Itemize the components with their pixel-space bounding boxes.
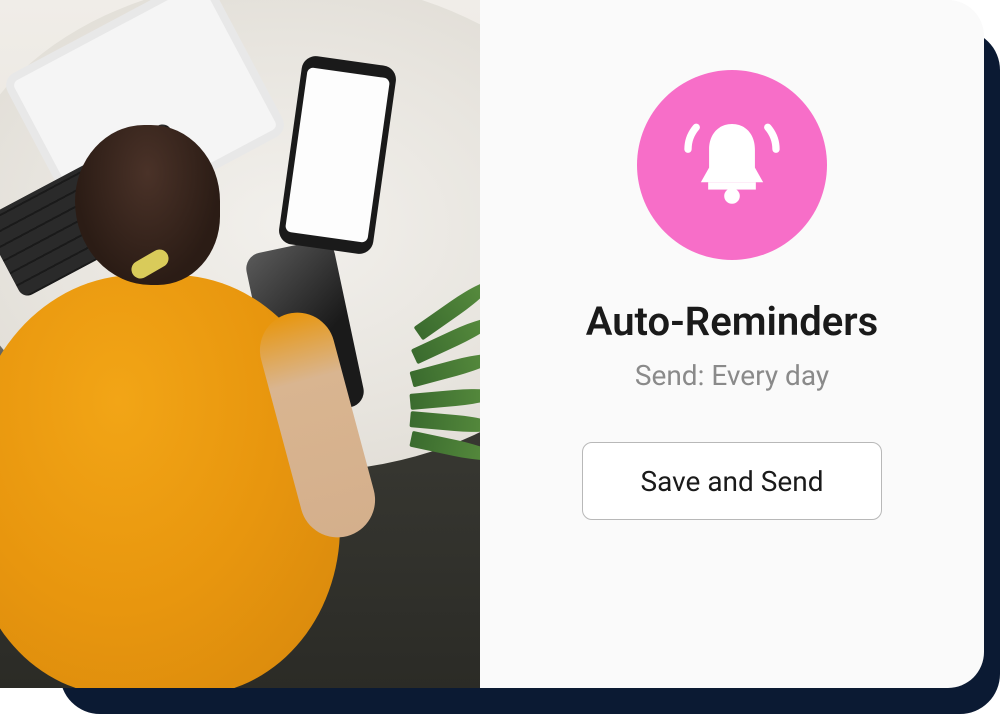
- bell-icon-circle: [637, 70, 827, 260]
- save-and-send-button[interactable]: Save and Send: [582, 442, 882, 520]
- card-title: Auto-Reminders: [586, 298, 878, 345]
- photo-scene: [0, 0, 480, 688]
- photo-panel: [0, 0, 480, 688]
- app-container: Auto-Reminders Send: Every day Save and …: [0, 0, 1000, 714]
- photo-plant: [410, 300, 480, 520]
- reminder-card: Auto-Reminders Send: Every day Save and …: [480, 0, 984, 688]
- photo-person: [0, 125, 320, 685]
- bell-icon: [677, 108, 787, 222]
- card-subtitle: Send: Every day: [635, 359, 829, 392]
